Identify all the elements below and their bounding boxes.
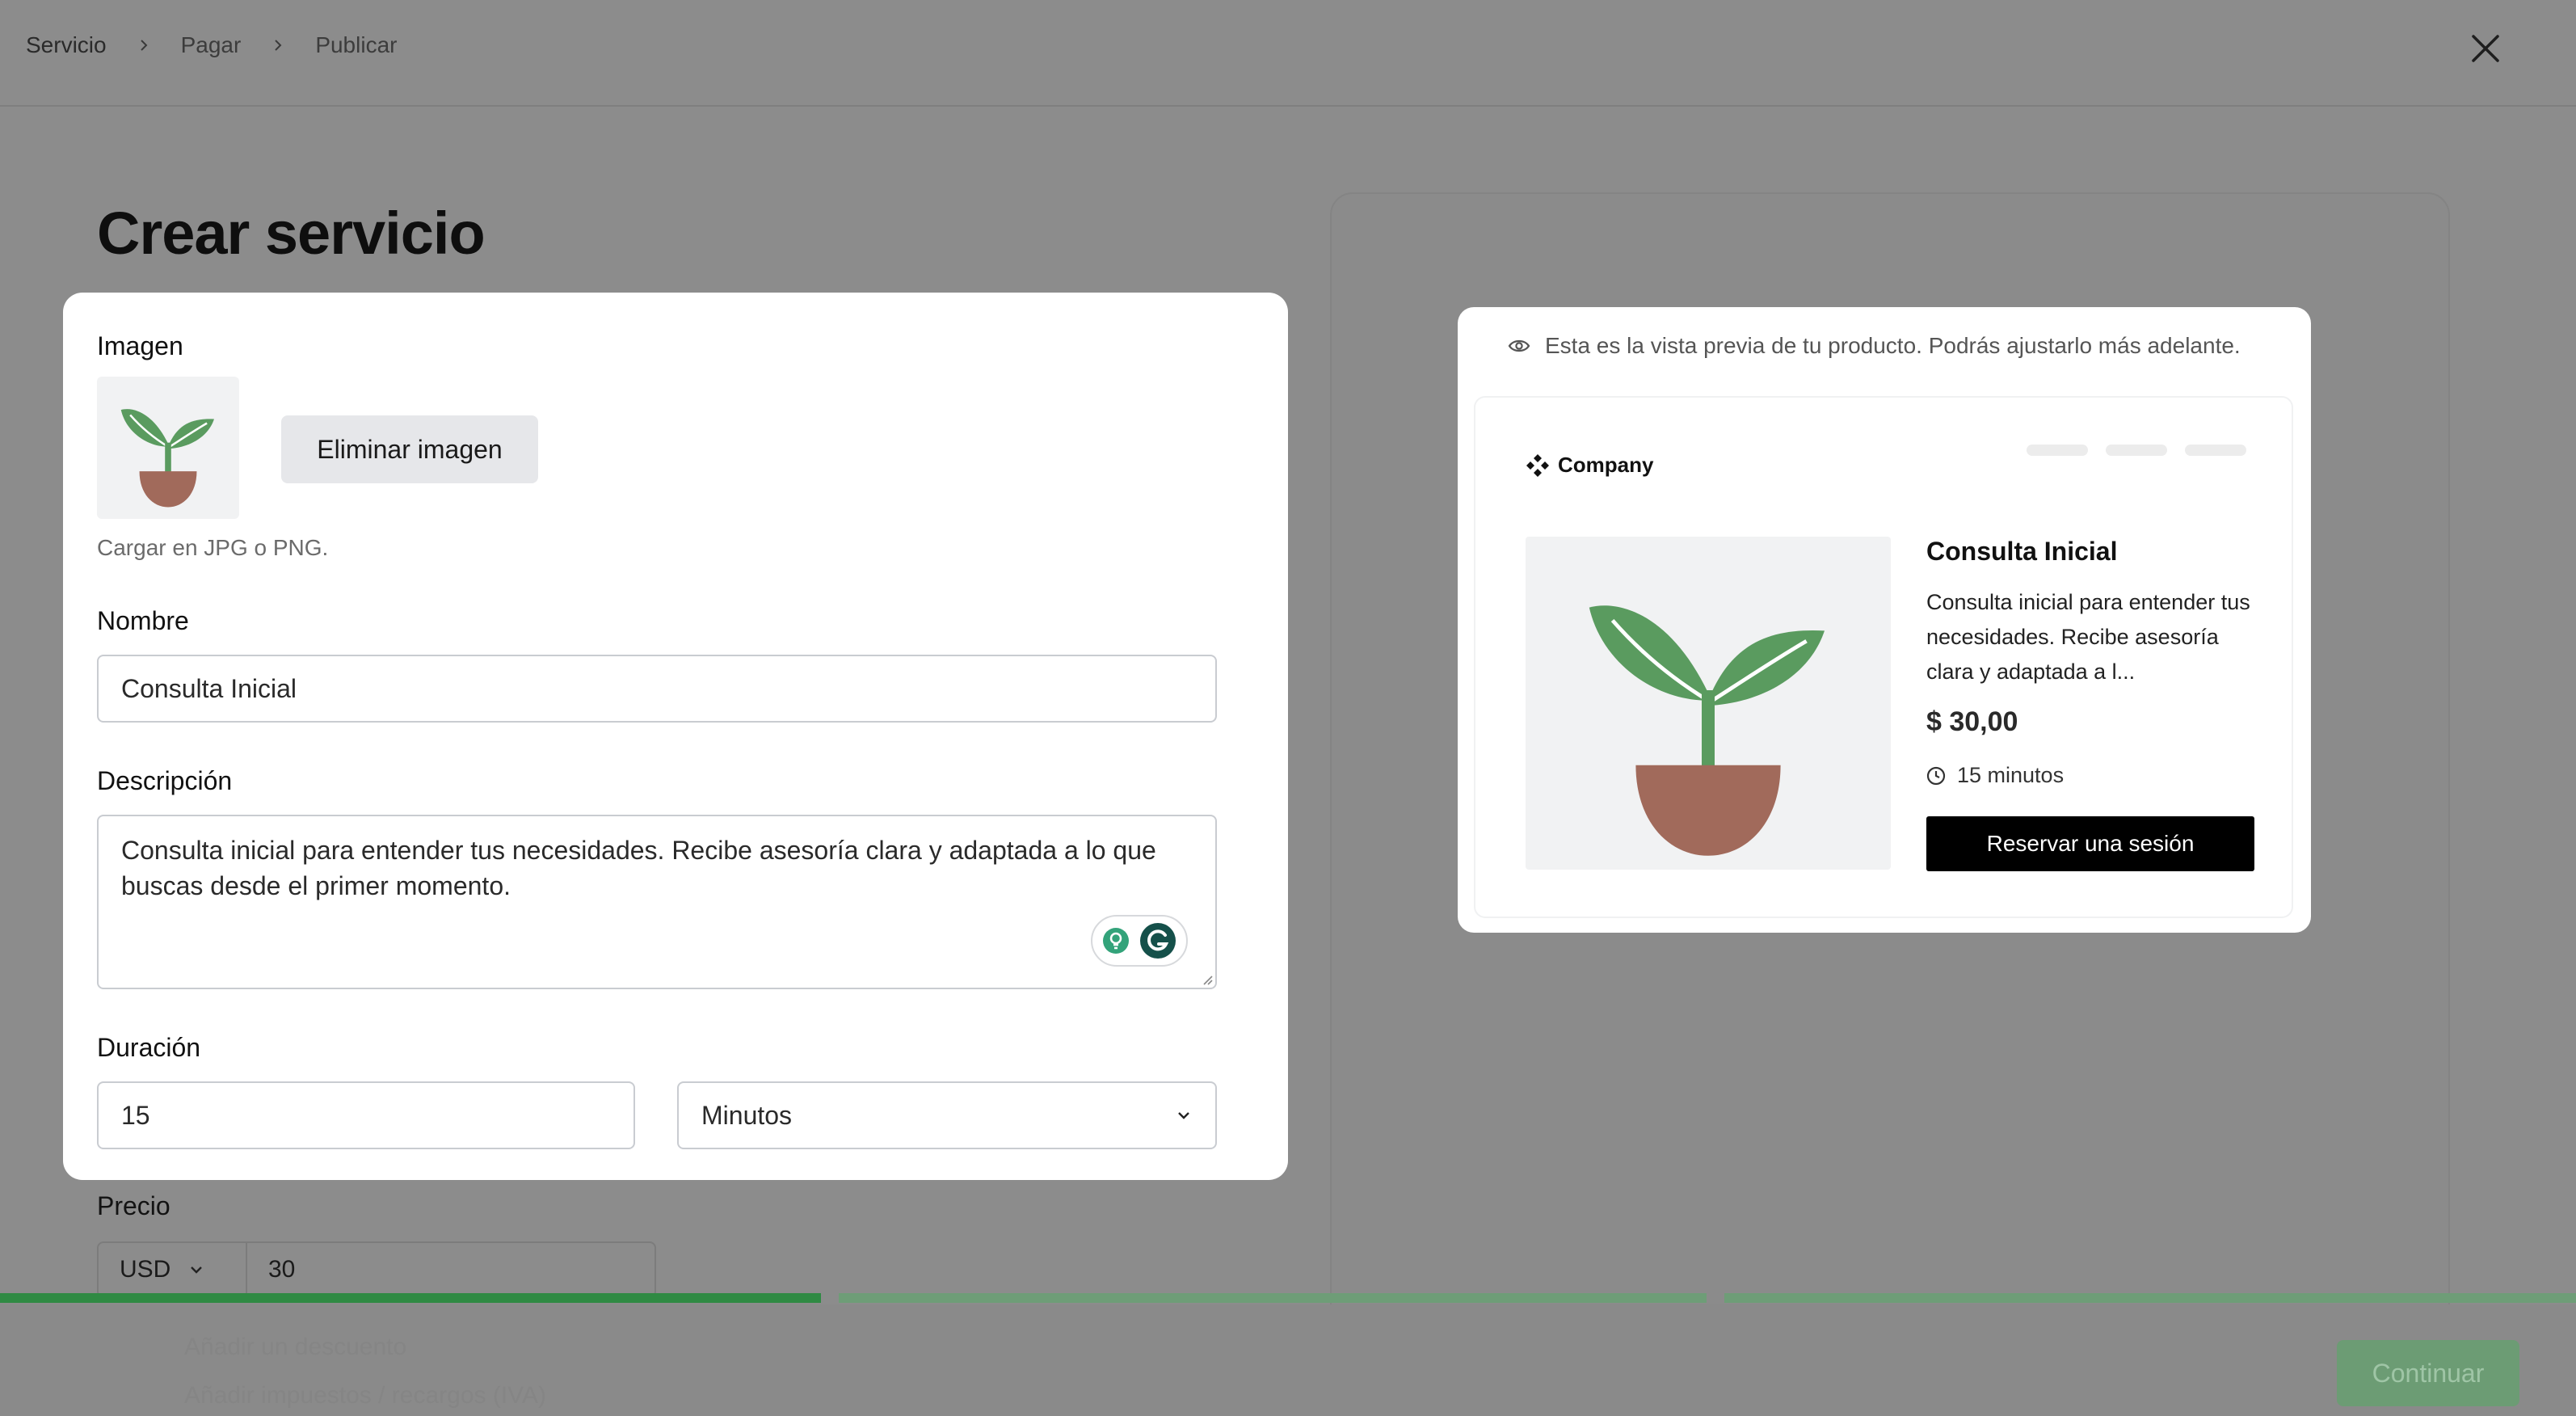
lightbulb-icon [1103,928,1129,954]
chevron-down-icon [1178,1112,1189,1119]
continue-button[interactable]: Continuar [2337,1340,2519,1406]
step-progress [0,1293,2576,1303]
grammarly-widget[interactable] [1091,915,1188,967]
page-title: Crear servicio [97,200,486,267]
product-description: Consulta inicial para entender tus neces… [1926,590,2250,684]
duration-unit-select[interactable]: Minutos [677,1081,1217,1149]
breadcrumb-step-servicio[interactable]: Servicio [26,32,107,58]
duration-value: 15 [121,1100,150,1130]
image-label: Imagen [97,331,183,360]
add-discount-option[interactable]: Añadir un descuento [184,1334,406,1361]
clock-icon [1926,766,1946,785]
product-duration: 15 minutos [1926,763,2064,788]
plant-icon [120,409,214,508]
name-value: Consulta Inicial [121,673,297,703]
breadcrumb-step-pagar[interactable]: Pagar [181,32,242,58]
chevron-right-icon [263,31,293,60]
price-input[interactable]: 30 [247,1243,655,1296]
description-textarea[interactable]: Consulta inicial para entender tus neces… [97,815,1217,989]
eye-icon [1508,339,1530,352]
close-icon [2472,35,2499,62]
description-value: Consulta inicial para entender tus neces… [121,836,1156,900]
currency-select[interactable]: USD [99,1243,247,1296]
nav-placeholder [2027,445,2246,456]
duration-unit-value: Minutos [701,1100,793,1130]
image-format-hint: Cargar en JPG o PNG. [97,535,329,560]
price-label: Precio [97,1191,170,1220]
progress-segment-2 [839,1293,1707,1303]
image-thumbnail[interactable] [97,377,239,519]
product-title: Consulta Inicial [1926,537,2118,566]
product-preview-card: Esta es la vista previa de tu producto. … [1458,307,2311,933]
breadcrumb-step-publicar[interactable]: Publicar [315,32,397,58]
grammarly-icon [1140,923,1176,959]
duration-label: Duración [97,1033,201,1062]
product-image [1526,537,1891,870]
currency-value: USD [120,1256,171,1283]
company-brand: Company [1526,453,1653,478]
price-field: USD 30 [97,1241,656,1298]
product-price: $ 30,00 [1926,706,2018,737]
preview-note: Esta es la vista previa de tu producto. … [1508,333,2241,359]
company-name: Company [1558,453,1654,477]
top-bar: Servicio Pagar Publicar [0,0,2576,107]
chevron-down-icon [191,1266,203,1274]
resize-handle-icon[interactable] [1199,971,1214,986]
duration-input[interactable]: 15 [97,1081,635,1149]
description-label: Descripción [97,766,233,795]
name-input[interactable]: Consulta Inicial [97,655,1217,723]
company-logo-icon [1526,453,1549,477]
name-label: Nombre [97,606,189,635]
plant-icon [1589,605,1825,856]
product-duration-text: 15 minutos [1957,763,2065,787]
breadcrumb: Servicio Pagar Publicar [26,31,397,60]
service-form-card: Imagen Eliminar imagen Cargar en JPG o P… [63,293,1288,1180]
book-session-button[interactable]: Reservar una sesión [1926,816,2254,871]
close-button[interactable] [2466,29,2505,68]
preview-note-text: Esta es la vista previa de tu producto. … [1545,333,2241,358]
progress-segment-1 [0,1293,821,1303]
storefront-preview: Company Consulta Inicial Consulta inicia… [1475,398,2292,917]
remove-image-button[interactable]: Eliminar imagen [281,415,538,483]
add-taxes-option[interactable]: Añadir impuestos / recargos (IVA) [184,1382,546,1410]
chevron-right-icon [129,31,158,60]
progress-segment-3 [1724,1293,2576,1303]
bottom-bar: Añadir un descuento Añadir impuestos / r… [0,1304,2576,1416]
